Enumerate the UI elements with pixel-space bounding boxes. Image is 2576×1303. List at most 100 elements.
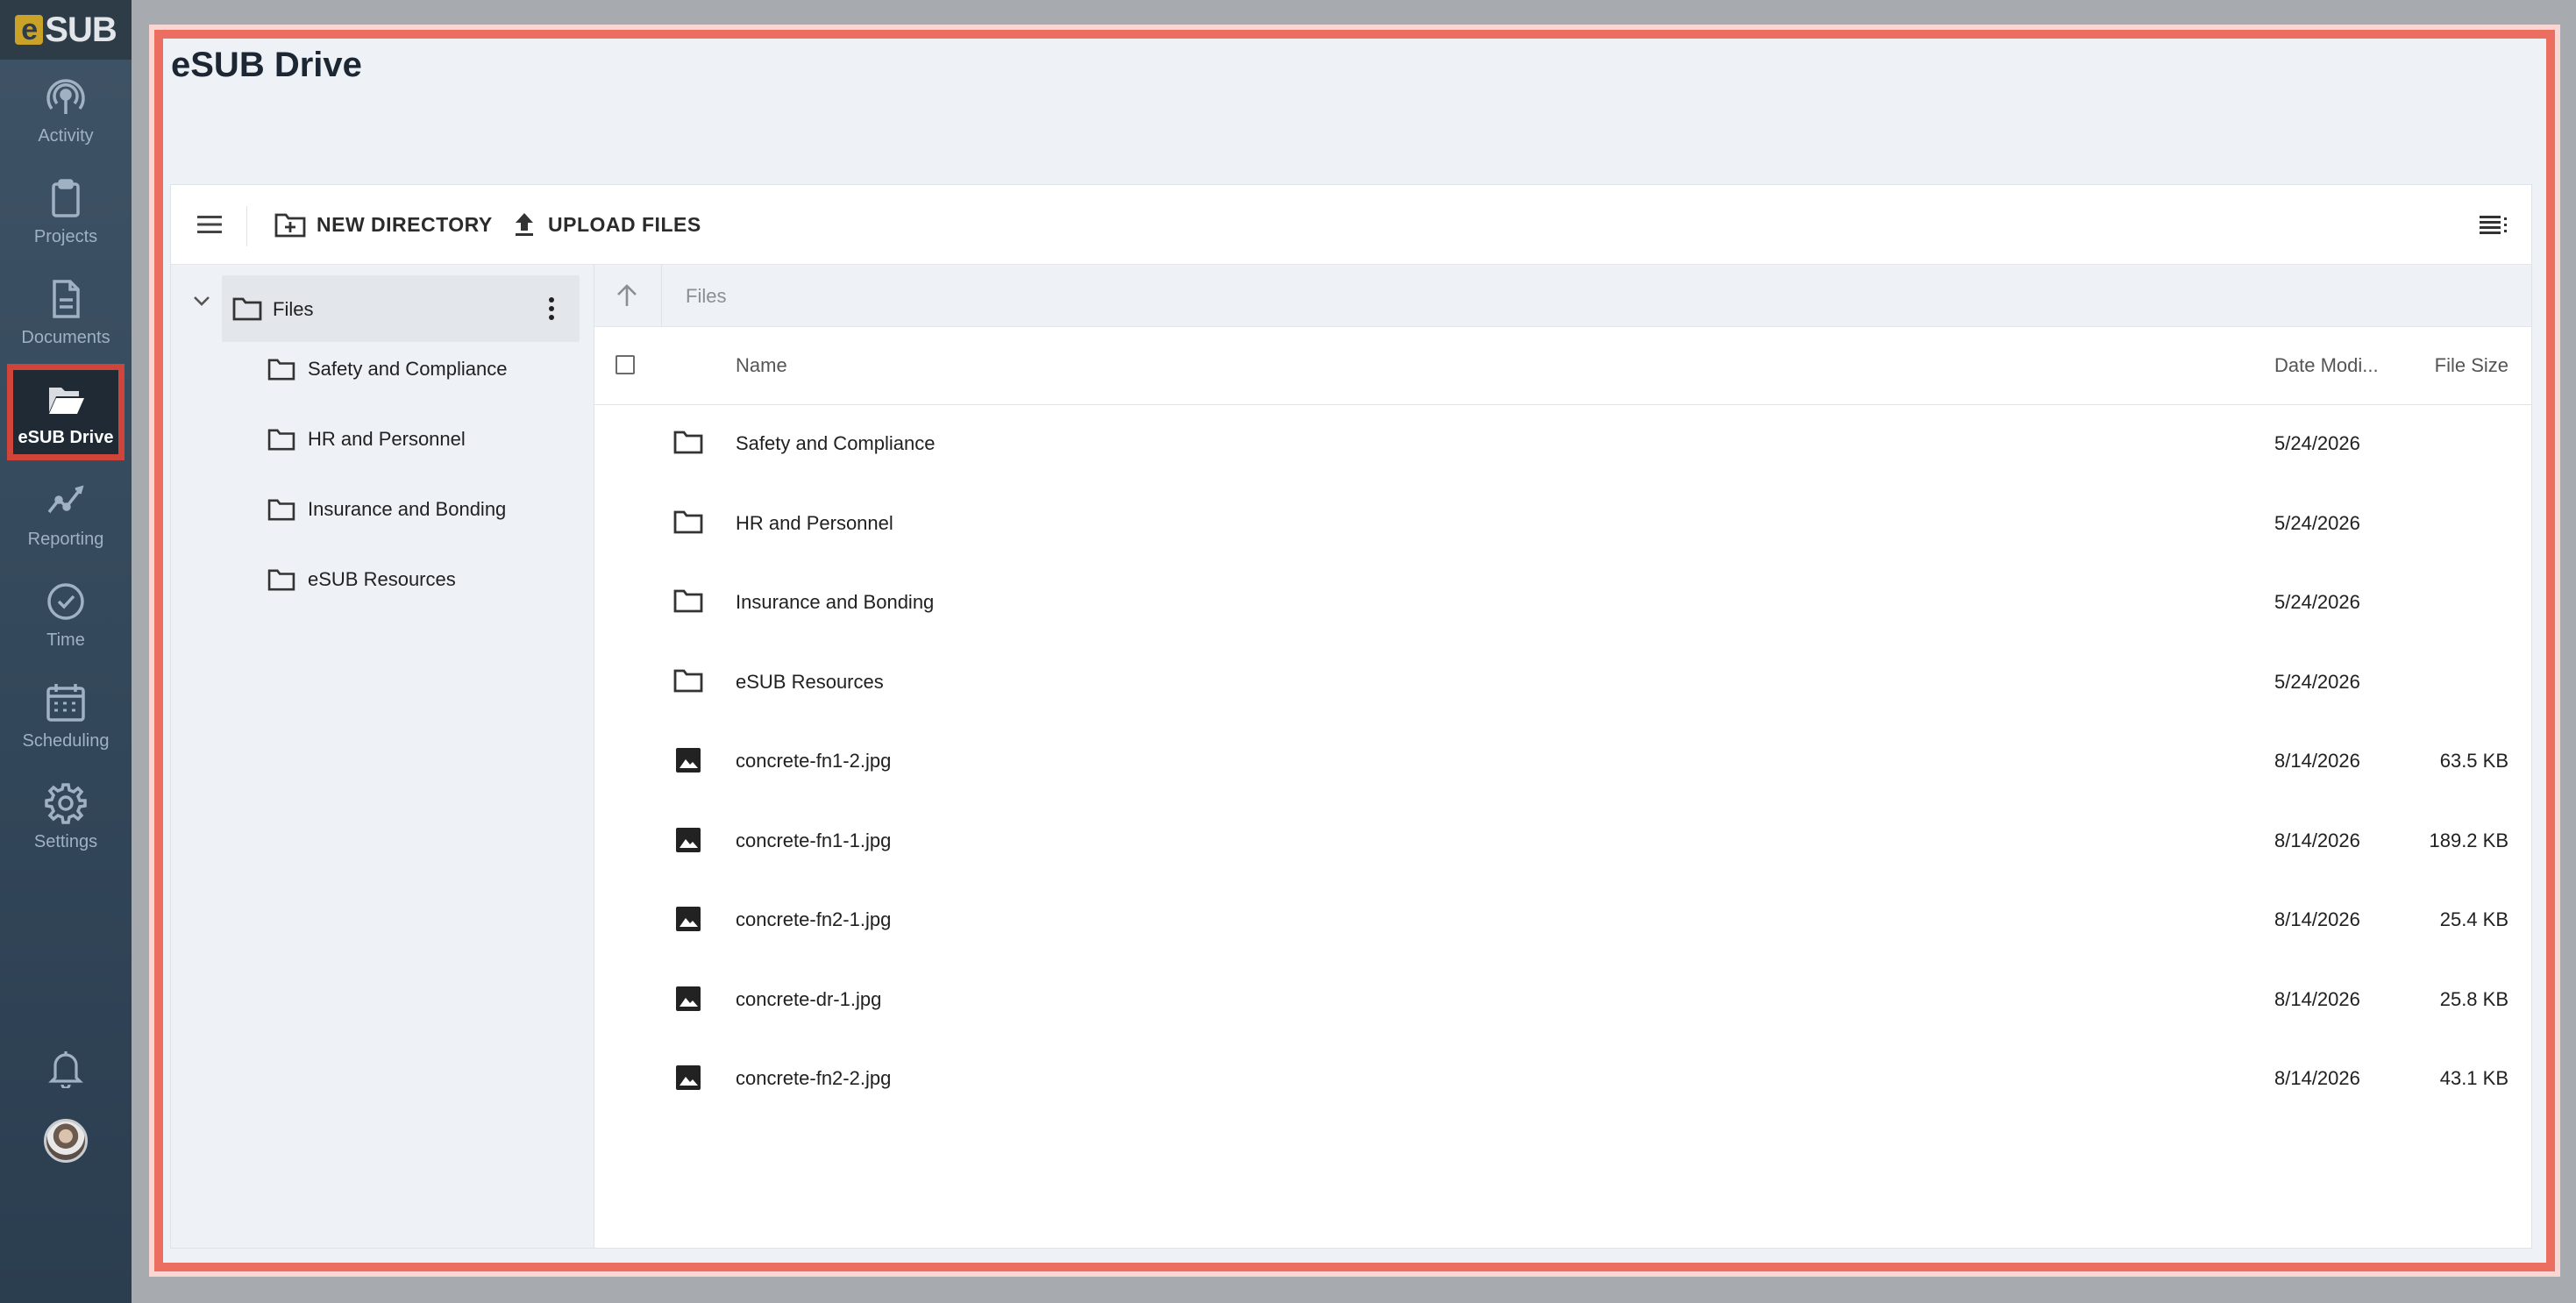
tree-item-label: HR and Personnel [308, 428, 466, 450]
tree-item-safety-and-compliance[interactable]: Safety and Compliance [267, 358, 507, 381]
file-date: 8/14/2026 [2274, 987, 2360, 1010]
column-header-name[interactable]: Name [736, 354, 787, 377]
image-icon [676, 907, 701, 931]
tree-item-esub-resources[interactable]: eSUB Resources [267, 568, 456, 591]
sidebar-item-reporting[interactable]: Reporting [0, 465, 132, 563]
folder-plus-icon [274, 213, 306, 238]
table-row[interactable]: eSUB Resources 5/24/2026 [594, 644, 2531, 723]
file-date: 8/14/2026 [2274, 750, 2360, 772]
file-date: 5/24/2026 [2274, 432, 2360, 454]
folder-open-icon [49, 387, 84, 414]
column-header-date[interactable]: Date Modi... [2274, 354, 2379, 377]
chevron-down-icon [194, 296, 210, 306]
table-row[interactable]: Safety and Compliance 5/24/2026 [594, 405, 2531, 484]
sidebar-item-documents[interactable]: Documents [0, 263, 132, 361]
sidebar-item-esub-drive[interactable]: eSUB Drive [7, 364, 125, 460]
file-size: 25.4 KB [2439, 908, 2508, 930]
file-date: 5/24/2026 [2274, 591, 2360, 613]
upload-files-label: UPLOAD FILES [548, 212, 701, 236]
table-row[interactable]: concrete-fn1-1.jpg 8/14/2026 189.2 KB [594, 802, 2531, 881]
sidebar: eSUB Activity Projects Documents eSUB D [0, 0, 132, 1303]
table-row[interactable]: concrete-fn2-1.jpg 8/14/2026 25.4 KB [594, 881, 2531, 960]
image-icon-cell [675, 747, 701, 779]
folder-icon-cell [673, 668, 703, 698]
file-size: 43.1 KB [2439, 1067, 2508, 1089]
logo[interactable]: e SUB [0, 0, 132, 60]
file-size: 25.8 KB [2439, 987, 2508, 1010]
folder-icon [673, 510, 703, 533]
arrow-up-icon [617, 284, 637, 306]
tree-collapse-toggle[interactable] [192, 291, 211, 315]
sidebar-item-settings[interactable]: Settings [0, 767, 132, 865]
new-directory-button[interactable]: NEW DIRECTORY [274, 211, 493, 238]
table-row[interactable]: HR and Personnel 5/24/2026 [594, 485, 2531, 564]
sidebar-item-scheduling[interactable]: Scheduling [0, 666, 132, 765]
folder-icon-cell [673, 588, 703, 618]
breadcrumb-divider [661, 265, 662, 326]
file-name: HR and Personnel [736, 511, 893, 534]
file-date: 8/14/2026 [2274, 908, 2360, 930]
file-name: concrete-fn2-1.jpg [736, 908, 892, 930]
logo-mark: e [15, 15, 44, 45]
menu-toggle-button[interactable] [196, 212, 224, 241]
folder-icon-cell [673, 509, 703, 539]
table-row[interactable]: concrete-dr-1.jpg 8/14/2026 25.8 KB [594, 961, 2531, 1040]
sidebar-item-label: Activity [38, 125, 94, 146]
file-size: 189.2 KB [2429, 829, 2508, 851]
file-name: concrete-fn1-1.jpg [736, 829, 892, 851]
folder-icon-cell [673, 430, 703, 459]
new-directory-label: NEW DIRECTORY [317, 212, 493, 236]
more-vertical-icon [549, 297, 554, 320]
folder-icon [267, 499, 295, 521]
activity-icon [46, 78, 85, 114]
tree-root-files[interactable]: Files [222, 275, 580, 342]
tree-item-insurance-and-bonding[interactable]: Insurance and Bonding [267, 498, 506, 521]
select-all-checkbox[interactable] [616, 355, 635, 374]
table-row[interactable]: Insurance and Bonding 5/24/2026 [594, 564, 2531, 643]
page-title: eSUB Drive [171, 46, 362, 84]
table-row[interactable]: concrete-fn1-2.jpg 8/14/2026 63.5 KB [594, 723, 2531, 801]
file-name: eSUB Resources [736, 670, 884, 693]
file-date: 8/14/2026 [2274, 1067, 2360, 1089]
tree-item-label: Insurance and Bonding [308, 498, 507, 520]
folder-tree: Files Safety and Compliance HR and Perso… [171, 265, 594, 1248]
sidebar-item-time[interactable]: Time [0, 566, 132, 664]
view-options-button[interactable] [2479, 214, 2508, 239]
folder-icon [267, 359, 295, 381]
image-icon [676, 986, 701, 1011]
table-header: Name Date Modi... File Size [594, 327, 2531, 405]
bell-icon [48, 1051, 83, 1088]
upload-files-button[interactable]: UPLOAD FILES [511, 211, 701, 238]
folder-icon [267, 569, 295, 591]
image-icon-cell [675, 906, 701, 937]
list-view-icon [2480, 216, 2507, 234]
image-icon [676, 827, 701, 852]
file-date: 5/24/2026 [2274, 511, 2360, 534]
file-name: Insurance and Bonding [736, 591, 935, 613]
avatar[interactable] [44, 1119, 88, 1163]
column-header-size[interactable]: File Size [2435, 354, 2508, 377]
file-name: concrete-dr-1.jpg [736, 987, 882, 1010]
sidebar-item-label: Scheduling [22, 730, 110, 751]
breadcrumb: Files [594, 265, 2531, 327]
breadcrumb-path: Files [686, 285, 727, 307]
folder-icon [673, 669, 703, 692]
chart-line-icon [47, 484, 84, 513]
more-options-button[interactable] [548, 296, 555, 325]
logo-text: SUB [45, 10, 117, 49]
document-icon [53, 279, 80, 318]
sidebar-item-label: Reporting [27, 529, 104, 549]
image-icon-cell [675, 986, 701, 1017]
navigate-up-button[interactable] [614, 282, 640, 313]
image-icon-cell [675, 827, 701, 858]
sidebar-item-projects[interactable]: Projects [0, 162, 132, 260]
tree-item-hr-and-personnel[interactable]: HR and Personnel [267, 428, 466, 451]
file-size: 63.5 KB [2439, 750, 2508, 772]
table-row[interactable]: concrete-fn2-2.jpg 8/14/2026 43.1 KB [594, 1040, 2531, 1119]
sidebar-item-activity[interactable]: Activity [0, 61, 132, 160]
file-date: 5/24/2026 [2274, 670, 2360, 693]
calendar-icon [46, 683, 85, 722]
clipboard-icon [52, 178, 80, 217]
file-name: concrete-fn1-2.jpg [736, 750, 892, 772]
notifications-button[interactable] [44, 1045, 88, 1091]
